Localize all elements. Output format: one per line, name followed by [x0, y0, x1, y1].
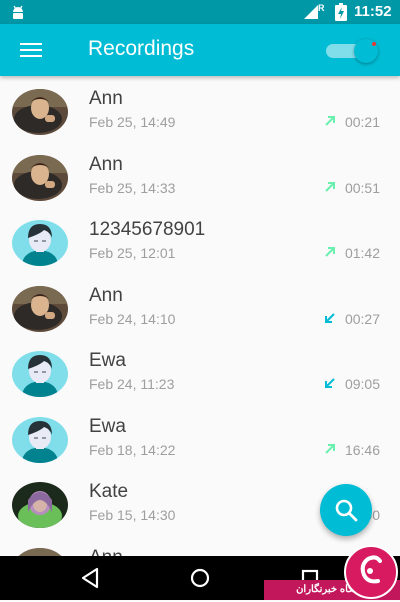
incoming-call-icon — [325, 378, 335, 388]
contact-avatar — [12, 547, 68, 556]
back-icon — [81, 567, 99, 589]
contact-name: Ewa — [89, 350, 126, 371]
contact-name: Ann — [89, 88, 123, 109]
recording-duration: 00:51 — [344, 179, 380, 196]
recording-row[interactable]: Ann Feb 25, 14:49 00:21 — [0, 77, 400, 142]
recording-row[interactable]: Ann Feb 24, 14:10 00:27 — [0, 274, 400, 339]
outgoing-call-icon — [325, 116, 335, 126]
home-button[interactable] — [180, 564, 220, 592]
contact-avatar — [12, 482, 68, 528]
recording-row[interactable]: Ann Feb 25, 14:33 00:51 — [0, 143, 400, 208]
app-bar: Recordings — [0, 24, 400, 76]
contact-avatar — [12, 285, 68, 332]
recording-date: Feb 24, 14:10 — [89, 310, 176, 327]
signal-icon — [304, 5, 318, 19]
contact-name: Ewa — [89, 415, 126, 437]
recording-date: Feb 24, 11:23 — [89, 376, 175, 392]
recording-row[interactable]: Ewa Feb 24, 11:23 09:05 — [0, 339, 400, 404]
contact-avatar — [12, 220, 68, 266]
page-title: Recordings — [88, 37, 195, 60]
watermark-badge: باشگاه خبرنگاران — [264, 545, 400, 600]
menu-button[interactable] — [10, 36, 50, 64]
recording-duration: 09:05 — [344, 376, 380, 392]
incoming-call-icon — [325, 312, 335, 323]
record-dot-icon — [372, 42, 376, 46]
recording-duration: 00:27 — [344, 310, 380, 327]
battery-charging-icon — [335, 3, 347, 21]
watermark-logo — [344, 545, 398, 599]
contact-name: Ann — [89, 547, 123, 557]
contact-name: Ann — [89, 284, 123, 306]
recording-duration: 16:46 — [344, 441, 380, 458]
recording-row[interactable]: 12345678901 Feb 25, 12:01 01:42 — [0, 208, 400, 273]
recording-date: Feb 25, 14:33 — [89, 179, 176, 196]
contact-avatar — [12, 89, 68, 135]
contact-name: 12345678901 — [89, 219, 206, 240]
back-button[interactable] — [70, 564, 110, 592]
recording-duration: 01:42 — [344, 245, 380, 261]
recording-duration: 00:21 — [344, 114, 380, 130]
contact-avatar — [12, 416, 68, 463]
outgoing-call-icon — [325, 247, 335, 257]
outgoing-call-icon — [325, 443, 335, 454]
outgoing-call-icon — [325, 181, 335, 192]
contact-name: Kate — [89, 481, 129, 502]
search-button[interactable] — [320, 484, 372, 536]
status-time: 11:52 — [354, 3, 392, 20]
home-icon — [190, 568, 210, 588]
android-icon — [13, 5, 23, 19]
contact-avatar — [12, 351, 68, 397]
network-label: R — [318, 3, 325, 13]
recording-date: Feb 25, 12:01 — [89, 245, 176, 261]
recording-date: Feb 25, 14:49 — [89, 114, 176, 130]
contact-name: Ann — [89, 153, 123, 175]
recording-row[interactable]: Ewa Feb 18, 14:22 16:46 — [0, 405, 400, 470]
recording-toggle[interactable] — [324, 38, 386, 64]
status-bar: R 11:52 — [0, 0, 400, 24]
recording-date: Feb 18, 14:22 — [89, 441, 176, 458]
recording-date: Feb 15, 14:30 — [89, 507, 176, 523]
contact-avatar — [12, 154, 68, 201]
search-icon — [335, 499, 358, 522]
